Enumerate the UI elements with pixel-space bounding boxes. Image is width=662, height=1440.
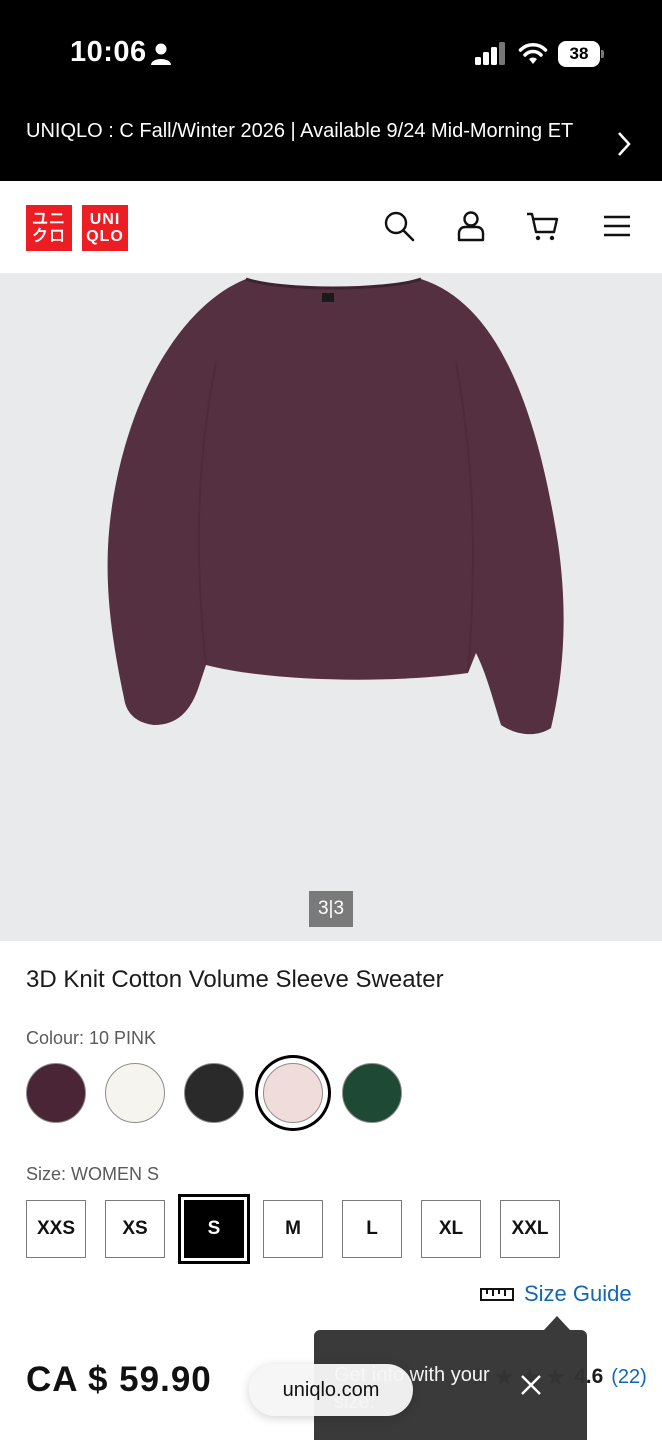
product-title: 3D Knit Cotton Volume Sleeve Sweater — [26, 966, 444, 993]
size-guide-label: Size Guide — [524, 1281, 632, 1306]
status-time: 10:06 — [70, 36, 147, 68]
logo-katakana-bottom: クロ — [31, 228, 66, 245]
size-button-xxs[interactable]: XXS — [26, 1200, 86, 1258]
announcement-banner[interactable]: UNIQLO : C Fall/Winter 2026 | Available … — [0, 105, 662, 181]
wifi-icon — [518, 43, 548, 64]
person-icon — [151, 43, 171, 65]
size-guide-link[interactable]: Size Guide — [480, 1280, 632, 1308]
product-image-gallery[interactable]: 3|3 — [0, 273, 662, 941]
size-button-xs[interactable]: XS — [105, 1200, 165, 1258]
colour-swatch-green[interactable] — [342, 1063, 402, 1123]
status-bar: 10:06 38 — [0, 0, 662, 105]
logo-katakana-block: ユニ クロ — [26, 205, 72, 251]
size-button-m[interactable]: M — [263, 1200, 323, 1258]
uniqlo-logo[interactable]: ユニ クロ UNI QLO — [26, 205, 128, 251]
close-icon[interactable] — [518, 1372, 544, 1398]
colour-swatch-white[interactable] — [105, 1063, 165, 1123]
chevron-right-icon[interactable] — [614, 129, 634, 159]
size-button-xl[interactable]: XL — [421, 1200, 481, 1258]
search-icon[interactable] — [382, 209, 416, 243]
product-image-sweater — [107, 277, 564, 735]
size-button-l[interactable]: L — [342, 1200, 402, 1258]
size-label: Size: WOMEN S — [26, 1164, 160, 1184]
cart-icon[interactable] — [526, 209, 560, 243]
browser-url-bar[interactable]: uniqlo.com — [249, 1364, 413, 1416]
battery-tip — [601, 50, 604, 58]
announcement-text: UNIQLO : C Fall/Winter 2026 | Available … — [26, 120, 574, 142]
account-icon[interactable] — [454, 209, 488, 243]
site-header: ユニ クロ UNI QLO — [0, 181, 662, 273]
logo-katakana-top: ユニ — [31, 211, 66, 228]
size-button-xxl[interactable]: XXL — [500, 1200, 560, 1258]
signal-icon — [475, 42, 505, 65]
image-pager: 3|3 — [309, 891, 353, 927]
menu-icon[interactable] — [600, 209, 634, 243]
size-button-s[interactable]: S — [178, 1194, 250, 1264]
product-price: CA $ 59.90 — [26, 1360, 212, 1399]
battery-indicator: 38 — [558, 41, 604, 67]
colour-label: Colour: 10 PINK — [26, 1028, 157, 1048]
colour-swatch-pink[interactable] — [263, 1063, 323, 1123]
colour-swatch-purple[interactable] — [26, 1063, 86, 1123]
logo-latin-bottom: QLO — [86, 228, 124, 245]
logo-latin-block: UNI QLO — [82, 205, 128, 251]
battery-level: 38 — [558, 41, 600, 67]
logo-latin-top: UNI — [89, 211, 121, 228]
colour-swatch-dark-gray[interactable] — [184, 1063, 244, 1123]
ruler-icon — [480, 1288, 514, 1301]
toast-arrow — [544, 1316, 570, 1330]
review-count-link[interactable]: (22) — [611, 1366, 647, 1389]
